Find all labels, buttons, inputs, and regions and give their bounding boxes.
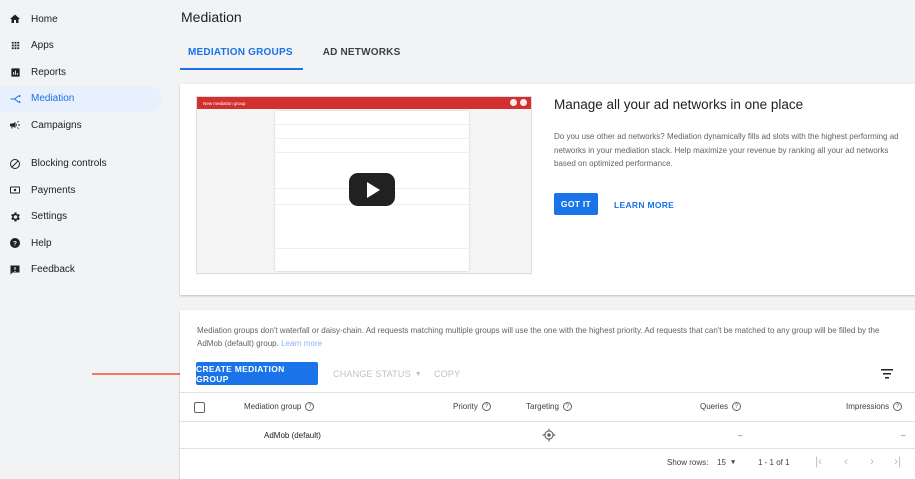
select-all-checkbox[interactable] [194, 402, 205, 413]
gear-icon [8, 210, 22, 224]
sidebar-item-label: Reports [31, 66, 67, 78]
sidebar-item-blocking-controls[interactable]: Blocking controls [0, 151, 162, 178]
last-page-icon[interactable]: ›| [894, 454, 901, 468]
sidebar-item-feedback[interactable]: Feedback [0, 257, 162, 284]
dropdown-arrow-icon: ▼ [729, 459, 737, 466]
megaphone-icon [8, 118, 22, 132]
help-icon: ? [8, 236, 22, 250]
copy-button[interactable]: COPY [434, 369, 460, 379]
sidebar-item-home[interactable]: Home [0, 6, 162, 33]
help-icon[interactable]: ? [893, 402, 903, 411]
targeting-location-icon [542, 428, 556, 442]
learn-more-link[interactable]: Learn more [281, 339, 322, 348]
next-page-icon[interactable]: › [870, 454, 874, 468]
sidebar-item-label: Blocking controls [31, 158, 107, 170]
column-header-impressions[interactable]: Impressions? [846, 402, 903, 411]
block-icon [8, 157, 22, 171]
first-page-icon[interactable]: |‹ [815, 454, 822, 468]
promo-title: Manage all your ad networks in one place [554, 97, 804, 112]
promo-description: Do you use other ad networks? Mediation … [554, 132, 899, 168]
mediation-groups-card: Mediation groups don't waterfall or dais… [180, 310, 915, 479]
sidebar: Home Apps Reports Mediation Campaigns Bl… [0, 0, 168, 479]
tab-bar: MEDIATION GROUPS AD NETWORKS [180, 40, 410, 70]
rows-per-page-select[interactable]: 15 ▼ [717, 458, 736, 467]
sidebar-item-payments[interactable]: Payments [0, 177, 162, 204]
apps-grid-icon [8, 39, 22, 53]
impressions-value: – [901, 431, 906, 440]
column-header-queries[interactable]: Queries? [700, 402, 742, 411]
help-icon[interactable]: ? [305, 402, 315, 411]
tab-mediation-groups[interactable]: MEDIATION GROUPS [180, 40, 303, 70]
sidebar-item-label: Payments [31, 184, 76, 196]
sidebar-item-apps[interactable]: Apps [0, 33, 162, 60]
show-rows-label: Show rows: [667, 458, 709, 467]
sidebar-item-settings[interactable]: Settings [0, 204, 162, 231]
play-icon [367, 181, 380, 198]
payments-icon [8, 183, 22, 197]
help-icon[interactable]: ? [562, 402, 572, 411]
home-icon [8, 12, 22, 26]
queries-value: – [738, 431, 743, 440]
video-preview-title: New mediation group [203, 100, 246, 106]
previous-page-icon[interactable]: ‹ [844, 454, 848, 468]
table-pagination: Show rows: 15 ▼ 1 - 1 of 1 |‹ ‹ › ›| [180, 450, 915, 479]
got-it-button[interactable]: GOT IT [554, 193, 598, 215]
column-header-mediation-group[interactable]: Mediation group? [244, 402, 315, 411]
sidebar-item-label: Help [31, 237, 52, 249]
bar-chart-icon [8, 65, 22, 79]
dropdown-arrow-icon: ▼ [414, 370, 422, 378]
mediation-group-name[interactable]: AdMob (default) [264, 431, 321, 440]
feedback-icon [8, 263, 22, 277]
create-mediation-group-button[interactable]: CREATE MEDIATION GROUP [196, 362, 318, 385]
change-status-button[interactable]: CHANGE STATUS ▼ [333, 369, 422, 379]
video-preview-header: New mediation group [197, 97, 531, 109]
pagination-range: 1 - 1 of 1 [758, 458, 790, 467]
mediation-info-text: Mediation groups don't waterfall or dais… [197, 324, 902, 350]
sidebar-item-reports[interactable]: Reports [0, 59, 162, 86]
column-header-priority[interactable]: Priority? [453, 402, 491, 411]
play-button[interactable] [349, 173, 395, 206]
help-icon[interactable]: ? [732, 402, 742, 411]
table-row[interactable]: AdMob (default) – – [180, 422, 915, 449]
column-header-targeting[interactable]: Targeting? [526, 402, 572, 411]
filter-icon[interactable] [881, 369, 893, 379]
help-icon[interactable]: ? [481, 402, 491, 411]
sidebar-item-label: Apps [31, 40, 54, 52]
promo-card: New mediation group Manage all your ad n… [180, 84, 915, 295]
sidebar-item-label: Campaigns [31, 119, 82, 131]
mediation-icon [8, 92, 22, 106]
sidebar-item-label: Mediation [31, 93, 75, 105]
sidebar-item-campaigns[interactable]: Campaigns [0, 112, 162, 139]
sidebar-item-help[interactable]: ? Help [0, 230, 162, 257]
sidebar-item-label: Settings [31, 211, 68, 223]
tab-ad-networks[interactable]: AD NETWORKS [315, 40, 411, 70]
change-status-label: CHANGE STATUS [333, 369, 411, 379]
main-content: Mediation MEDIATION GROUPS AD NETWORKS N… [168, 0, 915, 479]
table-header: Mediation group? Priority? Targeting? Qu… [180, 392, 915, 422]
svg-text:?: ? [13, 241, 17, 248]
video-player[interactable]: New mediation group [196, 96, 532, 274]
sidebar-item-label: Home [31, 13, 58, 25]
page-title: Mediation [181, 9, 242, 25]
sidebar-item-label: Feedback [31, 264, 75, 276]
sidebar-item-mediation[interactable]: Mediation [0, 85, 162, 112]
learn-more-button[interactable]: LEARN MORE [614, 200, 674, 210]
